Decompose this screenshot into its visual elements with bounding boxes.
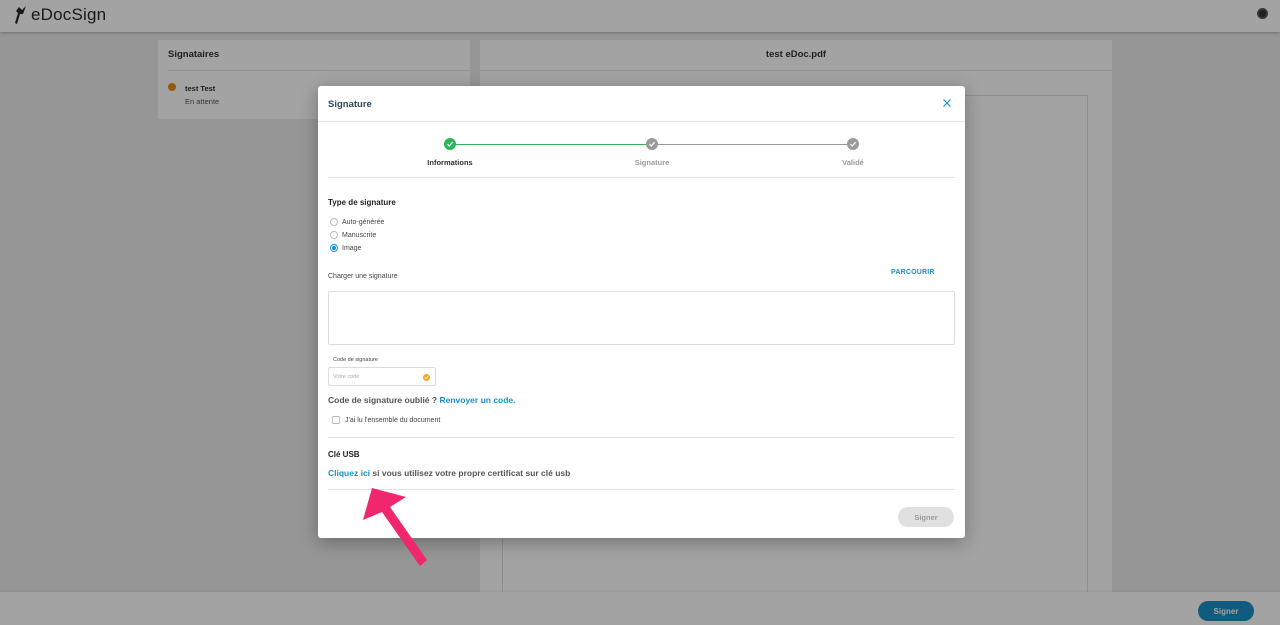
upload-signature-label: Charger une signature <box>328 273 398 280</box>
signature-code-field[interactable] <box>328 367 436 386</box>
modal-sign-button[interactable]: Signer <box>898 507 954 527</box>
radio-label: Auto-générée <box>342 218 385 226</box>
radio-circle[interactable] <box>330 231 338 239</box>
radio-circle-selected[interactable] <box>330 244 338 252</box>
radio-handwritten[interactable]: Manuscrite <box>330 231 376 239</box>
radio-auto-generated[interactable]: Auto-générée <box>330 218 384 226</box>
step-label-valide: Validé <box>842 158 864 167</box>
signature-type-title: Type de signature <box>328 198 396 207</box>
forgot-code-row: Code de signature oublié ? Renvoyer un c… <box>328 395 516 405</box>
signature-code-input[interactable] <box>333 371 423 383</box>
usb-key-row: Cliquez ici si vous utilisez votre propr… <box>328 468 570 478</box>
signature-code-label: Code de signature <box>333 357 378 363</box>
usb-key-text: si vous utilisez votre propre certificat… <box>372 468 571 478</box>
divider <box>318 121 965 122</box>
divider <box>328 489 955 490</box>
signature-modal: Signature Informations Signature Validé … <box>318 86 965 538</box>
usb-click-here-link[interactable]: Cliquez ici <box>328 468 370 478</box>
stepper-line-completed <box>450 144 652 145</box>
modal-title: Signature <box>328 99 372 110</box>
forgot-code-text: Code de signature oublié ? <box>328 395 438 405</box>
read-document-label: J'ai lu l'ensemble du document <box>345 416 441 424</box>
close-icon[interactable] <box>941 97 953 109</box>
radio-label: Manuscrite <box>342 231 377 239</box>
radio-circle[interactable] <box>330 218 338 226</box>
read-document-checkbox-row[interactable]: J'ai lu l'ensemble du document <box>332 416 440 424</box>
step-informations-check-icon <box>444 138 456 150</box>
radio-image[interactable]: Image <box>330 244 361 252</box>
step-signature-check-icon <box>646 138 658 150</box>
read-document-checkbox[interactable] <box>332 416 340 424</box>
step-label-informations: Informations <box>427 158 473 167</box>
code-check-icon <box>423 374 430 381</box>
radio-label: Image <box>342 244 362 252</box>
browse-button[interactable]: PARCOURIR <box>891 269 935 276</box>
step-valide-check-icon <box>847 138 859 150</box>
divider <box>328 177 955 178</box>
signature-upload-area[interactable] <box>328 291 955 345</box>
usb-key-title: Clé USB <box>328 450 360 459</box>
step-label-signature: Signature <box>634 158 670 167</box>
divider <box>328 437 955 438</box>
stepper-line-pending <box>652 144 853 145</box>
resend-code-link[interactable]: Renvoyer un code. <box>439 395 515 405</box>
